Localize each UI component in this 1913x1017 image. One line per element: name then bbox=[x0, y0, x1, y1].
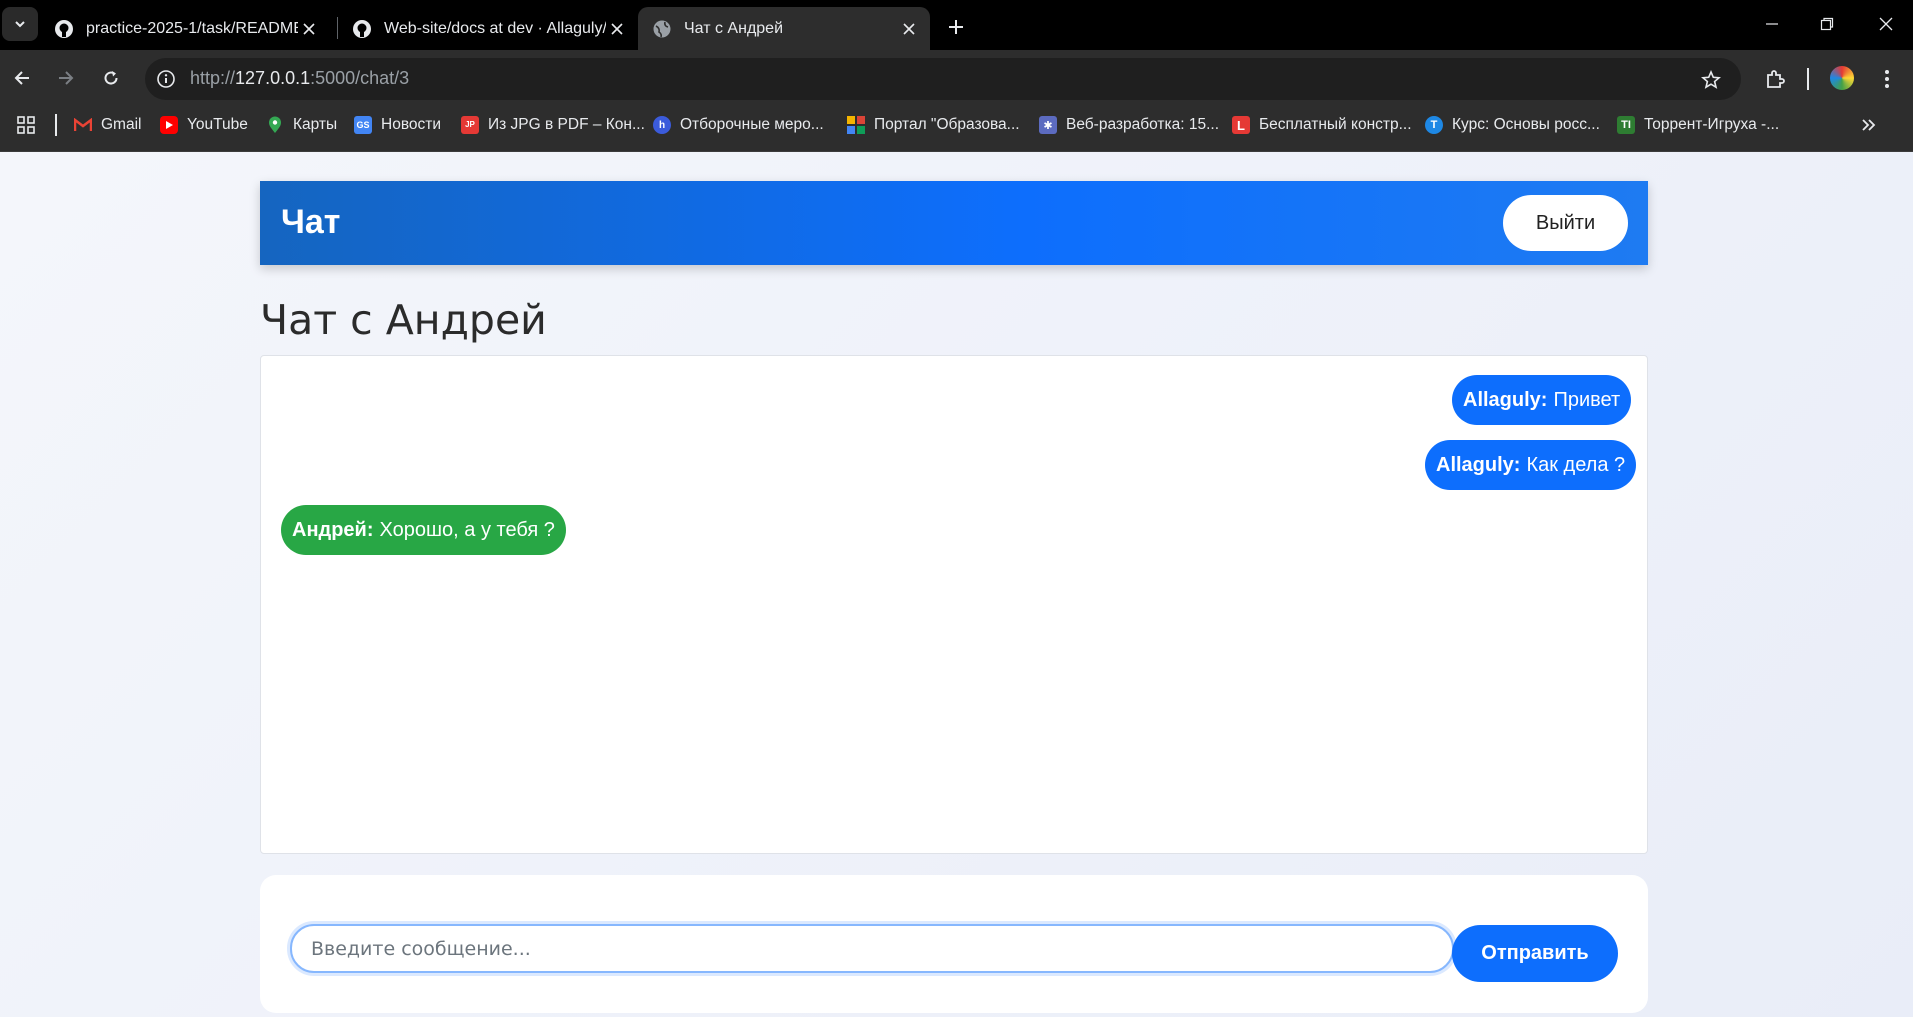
bookmark-news[interactable]: GS Новости bbox=[354, 113, 441, 137]
bookmark-label: Веб-разработка: 15... bbox=[1066, 116, 1220, 133]
url-host: 127.0.0.1 bbox=[235, 68, 311, 88]
arrow-left-icon bbox=[14, 71, 29, 85]
more-vertical-icon bbox=[1885, 70, 1889, 88]
torrent-icon: TI bbox=[1617, 116, 1635, 134]
chat-message-sent: Allaguly: Привет bbox=[1452, 375, 1632, 425]
chat-message-sent: Allaguly: Как дела ? bbox=[1425, 440, 1637, 490]
tab-chat[interactable]: Чат с Андрей bbox=[638, 7, 930, 50]
bookmark-label: Курс: Основы росс... bbox=[1452, 116, 1600, 133]
course-icon: T bbox=[1425, 116, 1443, 134]
tab-title: Web-site/docs at dev · Allaguly/ bbox=[384, 19, 606, 37]
forward-button[interactable] bbox=[51, 63, 81, 93]
bookmark-events[interactable]: h Отборочные меро... bbox=[653, 113, 824, 137]
url-scheme: http:// bbox=[190, 68, 236, 88]
message-text: Привет bbox=[1553, 388, 1621, 411]
message-author: Андрей: bbox=[292, 518, 374, 541]
jpg-pdf-icon: JP bbox=[461, 116, 479, 134]
toolbar-divider bbox=[1807, 68, 1809, 90]
app-brand[interactable]: Чат bbox=[281, 203, 340, 242]
message-input[interactable] bbox=[290, 924, 1454, 973]
globe-icon bbox=[652, 19, 672, 39]
bookmark-label: YouTube bbox=[187, 116, 248, 133]
close-icon[interactable] bbox=[298, 18, 320, 40]
url-path: :5000/chat/3 bbox=[310, 68, 410, 88]
apps-button[interactable] bbox=[11, 110, 41, 140]
bookmark-web-dev[interactable]: ✱ Веб-разработка: 15... bbox=[1039, 113, 1219, 137]
bookmark-course[interactable]: T Курс: Основы росс... bbox=[1425, 113, 1600, 137]
event-icon: h bbox=[653, 116, 671, 134]
bookmark-label: Из JPG в PDF – Кон... bbox=[488, 116, 645, 133]
minimize-button[interactable] bbox=[1752, 8, 1792, 40]
back-button[interactable] bbox=[7, 63, 37, 93]
chat-messages-panel[interactable] bbox=[260, 355, 1648, 854]
bookmark-label: Портал "Образова... bbox=[874, 116, 1020, 133]
plus-icon bbox=[949, 20, 963, 34]
bookmark-label: Карты bbox=[293, 116, 338, 133]
bookmarks-divider bbox=[55, 114, 57, 136]
bookmark-label: Торрент-Игруха -... bbox=[1644, 116, 1780, 133]
portal-icon bbox=[847, 116, 865, 134]
bookmark-portal[interactable]: Портал "Образова... bbox=[847, 113, 1020, 137]
web-dev-icon: ✱ bbox=[1039, 116, 1057, 134]
tab-search-button[interactable] bbox=[2, 7, 38, 41]
bookmark-maps[interactable]: Карты bbox=[266, 113, 337, 137]
message-text: Хорошо, а у тебя ? bbox=[379, 518, 555, 541]
apps-grid-icon bbox=[17, 116, 35, 134]
puzzle-icon bbox=[1767, 70, 1785, 88]
extensions-button[interactable] bbox=[1760, 64, 1790, 94]
address-url[interactable]: http://127.0.0.1:5000/chat/3 bbox=[190, 68, 409, 89]
restore-button[interactable] bbox=[1807, 8, 1847, 40]
bookmark-torrent[interactable]: TI Торрент-Игруха -... bbox=[1617, 113, 1779, 137]
bookmark-star-button[interactable] bbox=[1697, 66, 1725, 94]
reload-icon bbox=[104, 71, 118, 85]
chat-message-received: Андрей: Хорошо, а у тебя ? bbox=[281, 505, 566, 555]
bookmark-label: Gmail bbox=[101, 116, 142, 133]
close-window-button[interactable] bbox=[1866, 8, 1906, 40]
youtube-icon bbox=[160, 116, 178, 134]
message-author: Allaguly: bbox=[1463, 388, 1548, 411]
tab-readme[interactable]: practice-2025-1/task/README.md bbox=[40, 7, 330, 50]
more-bookmarks-button[interactable] bbox=[1854, 110, 1884, 140]
tab-docs[interactable]: Web-site/docs at dev · Allaguly/ bbox=[338, 7, 638, 50]
reload-button[interactable] bbox=[96, 63, 126, 93]
bookmark-constructor[interactable]: L Бесплатный констр... bbox=[1232, 113, 1412, 137]
browser-menu-button[interactable] bbox=[1872, 64, 1902, 94]
tab-title: Чат с Андрей bbox=[684, 19, 784, 37]
bookmark-label: Новости bbox=[381, 116, 442, 133]
app-header: Чат Выйти bbox=[260, 181, 1648, 265]
bookmark-youtube[interactable]: YouTube bbox=[160, 113, 248, 137]
tab-title: practice-2025-1/task/README.md bbox=[86, 19, 298, 37]
send-button[interactable]: Отправить bbox=[1452, 925, 1618, 982]
gmail-icon bbox=[74, 116, 92, 134]
restore-icon bbox=[1820, 17, 1834, 31]
logout-button[interactable]: Выйти bbox=[1503, 195, 1628, 251]
site-info-icon[interactable] bbox=[153, 66, 179, 92]
minimize-icon bbox=[1766, 23, 1778, 25]
chevron-down-icon bbox=[15, 21, 25, 28]
maps-pin-icon bbox=[266, 116, 284, 134]
new-tab-button[interactable] bbox=[942, 13, 970, 41]
bookmark-jpg-pdf[interactable]: JP Из JPG в PDF – Кон... bbox=[461, 113, 645, 137]
news-icon: GS bbox=[354, 116, 372, 134]
bookmark-gmail[interactable]: Gmail bbox=[74, 113, 141, 137]
chevron-double-right-icon bbox=[1862, 119, 1876, 131]
message-author: Allaguly: bbox=[1436, 453, 1521, 476]
github-icon bbox=[54, 19, 74, 39]
message-text: Как дела ? bbox=[1526, 453, 1626, 476]
constructor-icon: L bbox=[1232, 116, 1250, 134]
bookmark-label: Бесплатный констр... bbox=[1259, 116, 1412, 133]
arrow-right-icon bbox=[59, 71, 74, 85]
close-icon bbox=[1879, 17, 1893, 31]
bookmark-label: Отборочные меро... bbox=[680, 116, 824, 133]
profile-avatar[interactable] bbox=[1828, 64, 1856, 92]
close-icon[interactable] bbox=[606, 18, 628, 40]
close-icon[interactable] bbox=[898, 18, 920, 40]
page-title: Чат с Андрей bbox=[260, 296, 547, 344]
github-icon bbox=[352, 19, 372, 39]
star-icon bbox=[1701, 70, 1721, 89]
